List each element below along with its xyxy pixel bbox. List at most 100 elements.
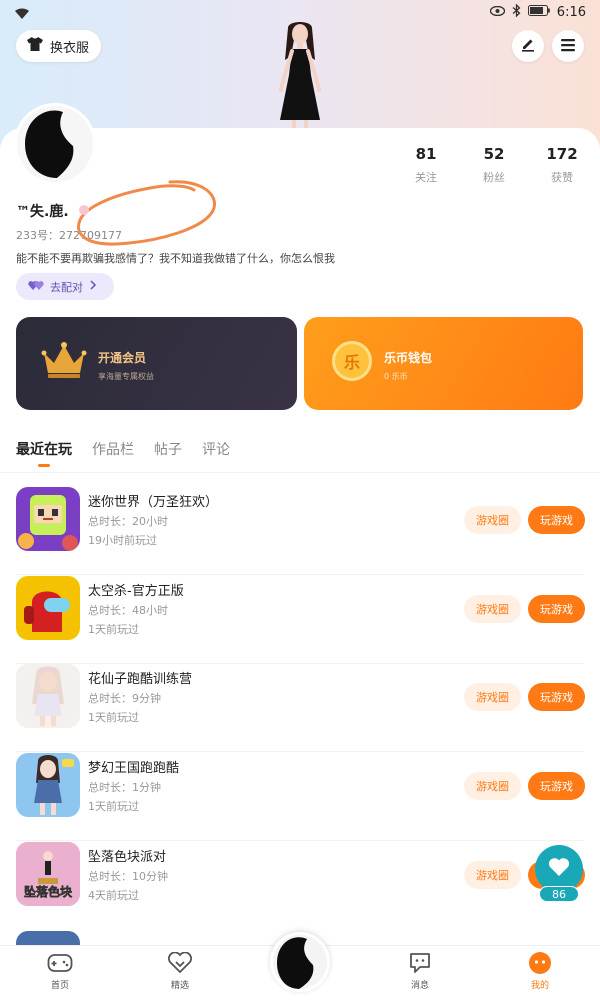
- game-duration: 总时长：9分钟: [88, 692, 161, 705]
- gamepad-icon: [47, 953, 73, 976]
- game-name: 花仙子跑酷训练营: [88, 672, 193, 687]
- play-game-button[interactable]: 玩游戏: [528, 772, 585, 800]
- user-id-prefix: 233号：: [16, 229, 59, 242]
- game-duration: 总时长：1分钟: [88, 781, 161, 794]
- row-divider: [16, 840, 584, 841]
- menu-icon: [560, 37, 576, 56]
- wallet-card[interactable]: 乐 乐币钱包 0 乐币: [304, 317, 583, 410]
- message-icon: [408, 952, 432, 977]
- wallet-balance: 0 乐币: [384, 372, 408, 381]
- game-circle-button[interactable]: 游戏圈: [464, 683, 521, 711]
- game-icon-falling-blocks: 坠落色块: [16, 842, 80, 906]
- coin-char: 乐: [343, 353, 360, 372]
- game-circle-button[interactable]: 游戏圈: [464, 595, 521, 623]
- profile-face-icon: [528, 951, 552, 978]
- tab-posts[interactable]: 帖子: [154, 439, 182, 459]
- tabs-divider: [0, 472, 600, 473]
- content-tabs: 最近在玩 作品栏 帖子 评论: [16, 439, 230, 467]
- tab-comments[interactable]: 评论: [202, 439, 230, 459]
- wallet-title: 乐币钱包: [384, 351, 433, 365]
- match-label: 去配对: [50, 280, 83, 294]
- coin-icon: 乐: [332, 341, 372, 381]
- likes-stat[interactable]: 172 获赞: [530, 145, 594, 185]
- pencil-icon: [520, 36, 536, 56]
- game-last-played: 4天前玩过: [88, 889, 139, 902]
- hearts-icon: [28, 279, 44, 294]
- nav-featured[interactable]: 精选: [150, 950, 210, 991]
- bluetooth-icon: [512, 3, 521, 21]
- likes-count: 172: [546, 145, 578, 163]
- game-name: 迷你世界（万圣狂欢）: [88, 495, 219, 510]
- game-circle-button[interactable]: 游戏圈: [464, 861, 521, 889]
- vip-title: 开通会员: [98, 351, 147, 365]
- fans-stat[interactable]: 52 粉丝: [462, 145, 526, 185]
- nav-profile-label: 我的: [530, 981, 549, 991]
- wifi-icon: [14, 5, 30, 24]
- game-name: 太空杀-官方正版: [88, 584, 184, 599]
- play-game-button[interactable]: 玩游戏: [528, 506, 585, 534]
- following-stat[interactable]: 81 关注: [394, 145, 458, 185]
- nav-profile[interactable]: 我的: [510, 950, 570, 991]
- change-outfit-button[interactable]: 换衣服: [16, 30, 102, 62]
- change-outfit-label: 换衣服: [50, 40, 90, 56]
- status-time: 6:16: [556, 5, 586, 20]
- game-name: 梦幻王国跑跑酷: [88, 761, 180, 776]
- featured-icon: [168, 951, 192, 977]
- battery-icon: [527, 5, 550, 20]
- game-row-falling-blocks[interactable]: 坠落色块 坠落色块派对 总时长：10分钟 4天前玩过 游戏圈 玩游戏: [0, 842, 600, 930]
- nav-featured-label: 精选: [170, 981, 189, 991]
- play-game-button[interactable]: 玩游戏: [528, 683, 585, 711]
- crown-icon: [40, 341, 88, 385]
- game-row-dream-kingdom[interactable]: 梦幻王国跑跑酷 总时长：1分钟 1天前玩过 游戏圈 玩游戏: [0, 753, 600, 841]
- game-row-mini-world[interactable]: 迷你世界（万圣狂欢） 总时长：20小时 19小时前玩过 游戏圈 玩游戏: [0, 487, 600, 575]
- game-icon-text: 坠落色块: [23, 885, 73, 900]
- game-icon-space-kill: [16, 576, 80, 640]
- likes-label: 获赞: [551, 171, 573, 184]
- eye-icon: [489, 5, 505, 20]
- shirt-icon: [26, 36, 44, 56]
- fans-label: 粉丝: [483, 171, 505, 184]
- heart-icon: [548, 857, 570, 881]
- game-row-flower-fairy[interactable]: 花仙子跑酷训练营 总时长：9分钟 1天前玩过 游戏圈 玩游戏: [0, 664, 600, 752]
- game-icon-dream-kingdom: [16, 753, 80, 817]
- game-last-played: 1天前玩过: [88, 623, 139, 636]
- game-circle-button[interactable]: 游戏圈: [464, 506, 521, 534]
- game-duration: 总时长：10分钟: [88, 870, 168, 883]
- match-button[interactable]: 去配对: [16, 273, 114, 300]
- tab-works[interactable]: 作品栏: [92, 439, 134, 459]
- row-divider: [16, 574, 584, 575]
- game-icon-mini-world: [16, 487, 80, 551]
- edit-profile-button[interactable]: [512, 30, 544, 62]
- vip-membership-card[interactable]: 开通会员 享海量专属权益: [16, 317, 297, 410]
- user-id: 233号：272709177: [16, 227, 122, 243]
- game-duration: 总时长：20小时: [88, 515, 168, 528]
- game-icon-flower-fairy: [16, 664, 80, 728]
- row-divider: [16, 751, 584, 752]
- play-game-button[interactable]: 玩游戏: [528, 595, 585, 623]
- nav-messages[interactable]: 消息: [390, 950, 450, 991]
- nav-home-label: 首页: [50, 981, 69, 991]
- menu-button[interactable]: [552, 30, 584, 62]
- game-name: 坠落色块派对: [88, 850, 167, 865]
- game-last-played: 1天前玩过: [88, 711, 139, 724]
- game-icon-partial: [16, 931, 80, 945]
- game-duration: 总时长：48小时: [88, 604, 168, 617]
- following-label: 关注: [415, 171, 437, 184]
- fans-count: 52: [483, 145, 505, 163]
- nav-messages-label: 消息: [410, 981, 429, 991]
- nav-home[interactable]: 首页: [30, 950, 90, 991]
- game-last-played: 19小时前玩过: [88, 534, 157, 547]
- user-id-value: 272709177: [59, 229, 122, 242]
- username: ™失.鹿.: [16, 204, 69, 220]
- like-count: 86: [539, 886, 579, 902]
- tab-recently-played[interactable]: 最近在玩: [16, 439, 72, 467]
- nav-center-avatar[interactable]: [270, 932, 330, 992]
- game-last-played: 1天前玩过: [88, 800, 139, 813]
- profile-avatar[interactable]: [14, 103, 96, 185]
- avatar-character[interactable]: [262, 20, 338, 132]
- user-bio: 能不能不要再欺骗我感情了？我不知道我做错了什么，你怎么恨我: [16, 252, 335, 265]
- game-circle-button[interactable]: 游戏圈: [464, 772, 521, 800]
- chevron-right-icon: [89, 280, 97, 293]
- game-row-space-kill[interactable]: 太空杀-官方正版 总时长：48小时 1天前玩过 游戏圈 玩游戏: [0, 576, 600, 664]
- like-floating-button[interactable]: 86: [535, 845, 583, 905]
